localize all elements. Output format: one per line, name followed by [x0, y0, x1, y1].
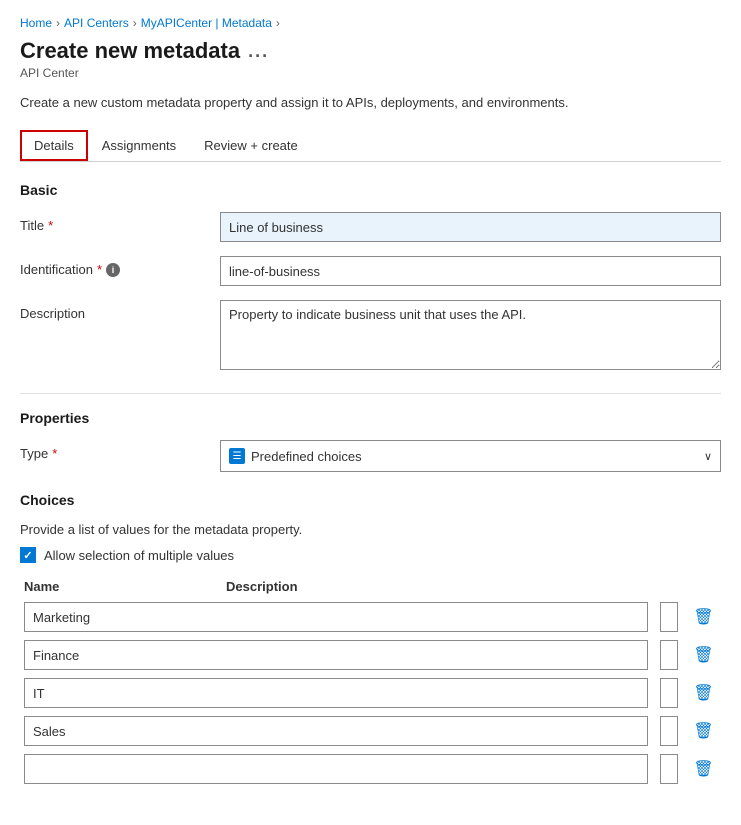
- choice-name-input[interactable]: [24, 640, 648, 670]
- choice-desc-input[interactable]: [660, 716, 678, 746]
- delete-choice-button[interactable]: 🗑: [690, 645, 717, 665]
- choice-name-input[interactable]: [24, 716, 648, 746]
- more-options-button[interactable]: ...: [248, 41, 269, 62]
- table-row: 🗑: [20, 678, 721, 708]
- type-required: *: [52, 446, 57, 461]
- delete-choice-button[interactable]: 🗑: [690, 759, 717, 779]
- type-row: Type * Predefined choices ∨: [20, 440, 721, 472]
- predefined-choices-icon: [229, 448, 245, 464]
- page-subtitle: API Center: [20, 66, 721, 80]
- col-desc-header: Description: [226, 579, 675, 594]
- title-input[interactable]: [220, 212, 721, 242]
- basic-section-title: Basic: [20, 182, 721, 198]
- choice-name-input[interactable]: [24, 678, 648, 708]
- table-row: 🗑: [20, 754, 721, 784]
- basic-section: Basic Title * Identification * i Descrip…: [20, 182, 721, 373]
- delete-choice-button[interactable]: 🗑: [690, 721, 717, 741]
- multiple-values-row: Allow selection of multiple values: [20, 547, 721, 563]
- breadcrumb: Home › API Centers › MyAPICenter | Metad…: [20, 16, 721, 30]
- description-control: Property to indicate business unit that …: [220, 300, 721, 373]
- tabs-container: Details Assignments Review + create: [20, 130, 721, 162]
- type-control: Predefined choices ∨: [220, 440, 721, 472]
- title-label: Title *: [20, 212, 220, 233]
- tab-details[interactable]: Details: [20, 130, 88, 161]
- page-description: Create a new custom metadata property an…: [20, 94, 721, 112]
- title-required: *: [48, 218, 53, 233]
- choice-name-input[interactable]: [24, 602, 648, 632]
- delete-choice-button[interactable]: 🗑: [690, 607, 717, 627]
- table-row: 🗑: [20, 716, 721, 746]
- description-textarea[interactable]: Property to indicate business unit that …: [220, 300, 721, 370]
- identification-required: *: [97, 262, 102, 277]
- choices-section-title: Choices: [20, 492, 721, 508]
- breadcrumb-myapicenter[interactable]: MyAPICenter | Metadata: [141, 16, 272, 30]
- choice-desc-input[interactable]: [660, 640, 678, 670]
- table-row: 🗑: [20, 640, 721, 670]
- properties-section-title: Properties: [20, 410, 721, 426]
- chevron-down-icon: ∨: [704, 450, 712, 463]
- delete-choice-button[interactable]: 🗑: [690, 683, 717, 703]
- choice-desc-input[interactable]: [660, 602, 678, 632]
- breadcrumb-home[interactable]: Home: [20, 16, 52, 30]
- type-select[interactable]: Predefined choices ∨: [220, 440, 721, 472]
- description-row: Description Property to indicate busines…: [20, 300, 721, 373]
- type-label: Type *: [20, 440, 220, 461]
- identification-control: [220, 256, 721, 286]
- choices-description: Provide a list of values for the metadat…: [20, 522, 721, 537]
- description-label: Description: [20, 300, 220, 321]
- identification-label: Identification * i: [20, 256, 220, 277]
- choices-table-header: Name Description: [20, 579, 721, 594]
- tab-assignments[interactable]: Assignments: [88, 130, 190, 161]
- multiple-values-checkbox[interactable]: [20, 547, 36, 563]
- properties-section: Properties Type * Predefined choices ∨: [20, 410, 721, 472]
- title-row: Title *: [20, 212, 721, 242]
- identification-input[interactable]: [220, 256, 721, 286]
- breadcrumb-api-centers[interactable]: API Centers: [64, 16, 129, 30]
- choices-section: Choices Provide a list of values for the…: [20, 492, 721, 784]
- choices-rows: 🗑 🗑 🗑 🗑 🗑: [20, 602, 721, 784]
- title-control: [220, 212, 721, 242]
- multiple-values-label: Allow selection of multiple values: [44, 548, 234, 563]
- col-name-header: Name: [24, 579, 214, 594]
- col-action-header: [687, 579, 717, 594]
- identification-row: Identification * i: [20, 256, 721, 286]
- page-title: Create new metadata ...: [20, 38, 721, 64]
- divider-1: [20, 393, 721, 394]
- tab-review[interactable]: Review + create: [190, 130, 312, 161]
- choice-desc-input[interactable]: [660, 754, 678, 784]
- choice-name-input[interactable]: [24, 754, 648, 784]
- identification-info-icon[interactable]: i: [106, 263, 120, 277]
- choice-desc-input[interactable]: [660, 678, 678, 708]
- table-row: 🗑: [20, 602, 721, 632]
